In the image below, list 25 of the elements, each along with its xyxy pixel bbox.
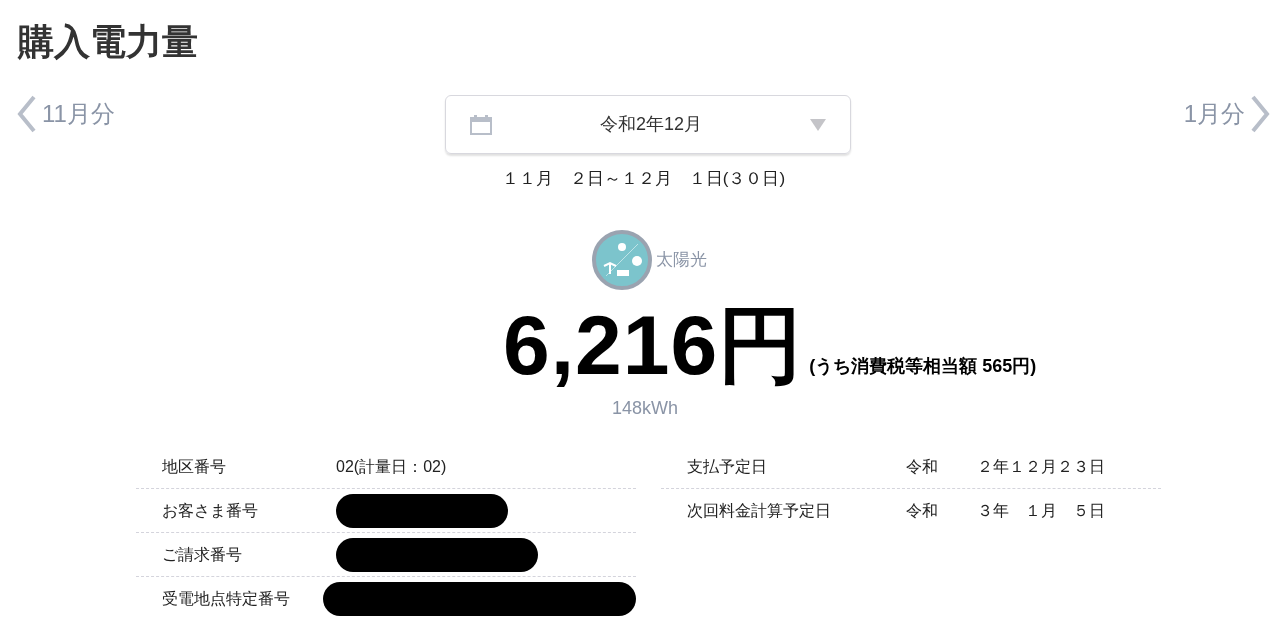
- solar-energy-icon: [592, 230, 652, 290]
- previous-month-link[interactable]: 11月分: [16, 95, 115, 133]
- field-value: ３年 １月 ５日: [977, 501, 1105, 521]
- field-label: 支払予定日: [687, 456, 768, 477]
- era-label: 令和: [906, 501, 939, 521]
- energy-source-label: 太陽光: [656, 249, 707, 272]
- dropdown-caret-icon: [810, 118, 826, 131]
- field-label: 受電地点特定番号: [162, 589, 291, 609]
- era-label: 令和: [906, 456, 939, 477]
- field-label: 地区番号: [162, 456, 227, 477]
- total-amount: 6,216円: [503, 300, 804, 390]
- next-month-link[interactable]: 1月分: [1183, 95, 1271, 133]
- field-label: ご請求番号: [162, 544, 243, 565]
- tax-note: (うち消費税等相当額 565円): [809, 355, 1037, 378]
- field-value: 02(計量日：02): [336, 456, 447, 477]
- field-label: お客さま番号: [162, 500, 259, 521]
- calendar-icon: [470, 114, 492, 135]
- field-label: 次回料金計算予定日: [687, 501, 832, 521]
- chevron-left-icon: [16, 95, 38, 133]
- field-value: ２年１２月２３日: [977, 456, 1105, 477]
- page-title: 購入電力量: [18, 20, 198, 64]
- month-dropdown[interactable]: 令和2年12月: [445, 95, 851, 154]
- usage-amount: 148kWh: [612, 397, 679, 420]
- chevron-right-icon: [1249, 95, 1271, 133]
- billing-period: １１月 ２日～１２月 １日(３０日): [501, 168, 786, 190]
